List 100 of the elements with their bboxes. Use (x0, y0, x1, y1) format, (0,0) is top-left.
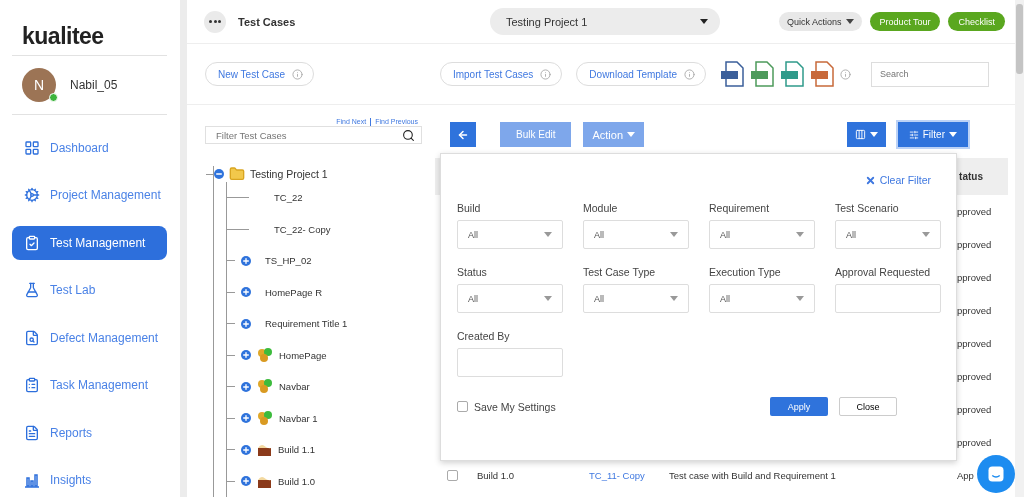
search-icon (402, 128, 415, 142)
field-label: Build (457, 202, 482, 214)
clear-filter-link[interactable]: Clear Filter (864, 174, 931, 186)
tree-item[interactable]: TC_22- Copy (274, 223, 331, 235)
file-icon[interactable] (750, 61, 774, 87)
module-icon (257, 379, 273, 395)
input-field[interactable] (457, 348, 563, 377)
user-avatar: N (22, 67, 56, 102)
table-cell: pproved (957, 272, 992, 283)
field-label: Approval Requested (835, 266, 932, 278)
column-header: tatus (959, 171, 983, 182)
tree-item[interactable]: TC_22 (274, 192, 303, 204)
field-label: Module (583, 202, 619, 214)
more-menu-button[interactable] (204, 10, 226, 33)
logo: kualitee (12, 0, 167, 56)
field-label: Created By (457, 330, 511, 342)
columns-button[interactable] (846, 122, 886, 147)
bar-chart-icon (24, 472, 40, 488)
field-label: Test Scenario (835, 202, 900, 214)
page-title: Test Cases (238, 15, 297, 28)
sidebar-item[interactable]: Test Lab (12, 273, 167, 307)
checklist-icon (24, 377, 40, 393)
filter-button[interactable]: Filter (897, 122, 968, 147)
search-field[interactable]: Search (871, 61, 989, 87)
sidebar-item[interactable]: Project Management (12, 178, 167, 212)
gear-icon (24, 187, 40, 203)
field-label: Execution Type (709, 266, 782, 278)
tree-item[interactable]: Requirement Title 1 (265, 318, 348, 330)
flask-icon (24, 282, 40, 298)
test-case-link[interactable]: TC_11- Copy (589, 470, 669, 481)
tree-item[interactable]: HomePage (279, 349, 327, 361)
table-cell: App (957, 470, 974, 481)
project-select[interactable]: Testing Project 1 (490, 8, 720, 35)
chat-icon (987, 465, 1005, 483)
field-label: Requirement (709, 202, 771, 214)
scrollbar[interactable] (1015, 0, 1024, 497)
tree-item[interactable]: Navbar 1 (279, 412, 318, 424)
folder-icon (229, 166, 245, 182)
module-icon (257, 347, 273, 363)
back-arrow-icon (457, 128, 469, 141)
sidebar-item[interactable]: Task Management (12, 368, 167, 402)
info-icon (684, 68, 695, 80)
table-cell: pproved (957, 206, 992, 217)
dropdown[interactable]: All (583, 284, 689, 313)
table-cell: pproved (957, 338, 992, 349)
info-icon (840, 68, 851, 80)
sidebar-item[interactable]: Dashboard (12, 130, 167, 165)
checkbox-label: Save My Settings (474, 400, 556, 413)
dropdown[interactable]: All (583, 220, 689, 249)
checkbox[interactable] (457, 401, 468, 412)
info-icon (292, 68, 304, 80)
tree-item[interactable]: TS_HP_02 (265, 255, 312, 267)
columns-icon (854, 129, 866, 140)
dropdown[interactable]: All (709, 220, 815, 249)
sidebar-item[interactable]: Test Management (12, 225, 167, 260)
sidebar-item[interactable]: Reports (12, 415, 167, 450)
document-search-icon (24, 329, 40, 346)
expand-icon[interactable] (241, 381, 251, 392)
quick-actions-button[interactable]: Quick Actions (779, 12, 862, 31)
expand-icon[interactable] (241, 444, 251, 455)
sliders-icon (908, 129, 919, 140)
filter-field[interactable]: Filter Test Cases (205, 126, 422, 144)
document-icon (24, 424, 40, 441)
file-icon[interactable] (720, 61, 744, 87)
close-icon (864, 174, 876, 186)
tree-item[interactable]: Testing Project 1 (250, 168, 328, 180)
sidebar-item[interactable]: Defect Management (12, 320, 167, 355)
dropdown[interactable]: All (709, 284, 815, 313)
dropdown[interactable]: All (835, 220, 941, 249)
dashboard-icon (24, 139, 40, 156)
dropdown[interactable]: All (457, 220, 563, 249)
info-icon (540, 68, 552, 80)
expand-icon[interactable] (241, 476, 251, 487)
input-field[interactable] (835, 284, 941, 313)
field-label: Status (457, 266, 488, 278)
tree-item[interactable]: Build 1.0 (278, 475, 315, 487)
row-checkbox[interactable] (447, 470, 458, 481)
apply-button[interactable]: Apply (770, 397, 828, 416)
table-cell: pproved (957, 305, 992, 316)
file-icon[interactable] (810, 61, 834, 87)
file-icon[interactable] (780, 61, 804, 87)
tree-item[interactable]: Navbar (279, 381, 310, 393)
close-button[interactable]: Close (839, 397, 897, 416)
back-button[interactable] (450, 122, 476, 147)
expand-icon[interactable] (241, 287, 251, 298)
table-cell: pproved (957, 371, 992, 382)
table-cell: Test case with Build and Requirement 1 (669, 470, 836, 481)
collapse-icon[interactable] (214, 169, 224, 179)
expand-icon[interactable] (241, 350, 251, 361)
expand-icon[interactable] (241, 413, 251, 424)
expand-icon[interactable] (241, 255, 251, 266)
dropdown[interactable]: All (457, 284, 563, 313)
expand-icon[interactable] (241, 318, 251, 329)
tree-item[interactable]: Build 1.1 (278, 444, 315, 456)
chat-button[interactable] (977, 455, 1015, 493)
tree-item[interactable]: HomePage R (265, 286, 323, 298)
module-icon (257, 410, 273, 426)
clipboard-icon (24, 234, 40, 251)
sidebar-item[interactable]: Insights (12, 463, 167, 497)
table-cell: pproved (957, 239, 992, 250)
